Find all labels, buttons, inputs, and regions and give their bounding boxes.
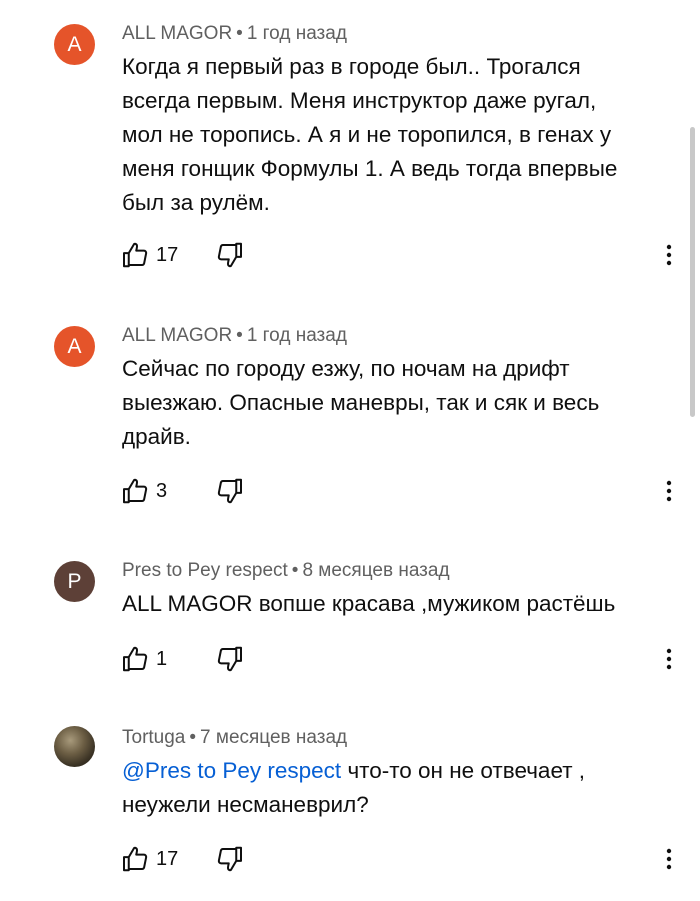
thumb-up-icon: [123, 846, 148, 872]
comment-text: Сейчас по городу езжу, по ночам на дрифт…: [122, 356, 600, 449]
thumb-up-icon: [123, 242, 148, 268]
like-count: 17: [156, 848, 179, 870]
comment-time[interactable]: 8 месяцев назад: [302, 560, 449, 581]
meta-separator: •: [189, 727, 197, 748]
more-vert-icon: [666, 848, 672, 870]
more-options-button[interactable]: [656, 240, 682, 270]
like-button[interactable]: [120, 240, 150, 270]
author-name[interactable]: ALL MAGOR: [122, 23, 232, 44]
meta-separator: •: [236, 23, 243, 44]
more-options-button[interactable]: [656, 644, 682, 674]
comment-meta: Pres to Pey respect • 8 месяцев назад: [122, 559, 450, 583]
thumb-down-icon: [217, 846, 242, 872]
thumb-up-icon: [123, 478, 148, 504]
thumb-down-icon: [217, 646, 242, 672]
thumb-down-icon: [217, 478, 242, 504]
comment-actions: 3: [0, 476, 700, 506]
comment-actions: 1: [0, 644, 700, 674]
dislike-button[interactable]: [215, 476, 245, 506]
like-count: 17: [156, 244, 179, 266]
comment-actions: 17: [0, 844, 700, 874]
dislike-button[interactable]: [215, 844, 245, 874]
comment-time[interactable]: 1 год назад: [247, 23, 347, 44]
author-name[interactable]: Tortuga: [122, 727, 185, 748]
like-button[interactable]: [120, 644, 150, 674]
author-name[interactable]: ALL MAGOR: [122, 325, 232, 346]
comment-text-line: неужели несманеврил?: [122, 792, 369, 817]
like-button[interactable]: [120, 476, 150, 506]
more-options-button[interactable]: [656, 476, 682, 506]
scrollbar[interactable]: [690, 127, 695, 417]
meta-separator: •: [236, 325, 243, 346]
comment-text: @Pres to Pey respect что-то он не отвеча…: [122, 754, 670, 822]
comment-time[interactable]: 7 месяцев назад: [200, 727, 347, 748]
like-count: 3: [156, 480, 168, 502]
avatar[interactable]: A: [54, 24, 95, 65]
more-vert-icon: [666, 648, 672, 670]
meta-separator: •: [291, 560, 299, 581]
comment-text: Когда я первый раз в городе был.. Трогал…: [122, 54, 618, 215]
comment-meta: Tortuga • 7 месяцев назад: [122, 726, 347, 750]
avatar[interactable]: [54, 726, 95, 767]
like-button[interactable]: [120, 844, 150, 874]
dislike-button[interactable]: [215, 240, 245, 270]
comment-meta: ALL MAGOR • 1 год назад: [122, 22, 347, 46]
more-vert-icon: [666, 244, 672, 266]
comment-text-part: что-то он не отвечает ,: [341, 758, 586, 783]
comment-text: ALL MAGOR вопше красава ,мужиком растёшь: [122, 591, 616, 616]
more-options-button[interactable]: [656, 844, 682, 874]
like-count: 1: [156, 648, 168, 670]
comment-time[interactable]: 1 год назад: [247, 325, 347, 346]
thumb-up-icon: [123, 646, 148, 672]
avatar[interactable]: A: [54, 326, 95, 367]
dislike-button[interactable]: [215, 644, 245, 674]
thumb-down-icon: [217, 242, 242, 268]
more-vert-icon: [666, 480, 672, 502]
avatar[interactable]: P: [54, 561, 95, 602]
author-name[interactable]: Pres to Pey respect: [122, 560, 288, 581]
mention-link[interactable]: @Pres to Pey respect: [122, 758, 341, 783]
comment-meta: ALL MAGOR • 1 год назад: [122, 324, 347, 348]
comment-actions: 17: [0, 240, 700, 270]
